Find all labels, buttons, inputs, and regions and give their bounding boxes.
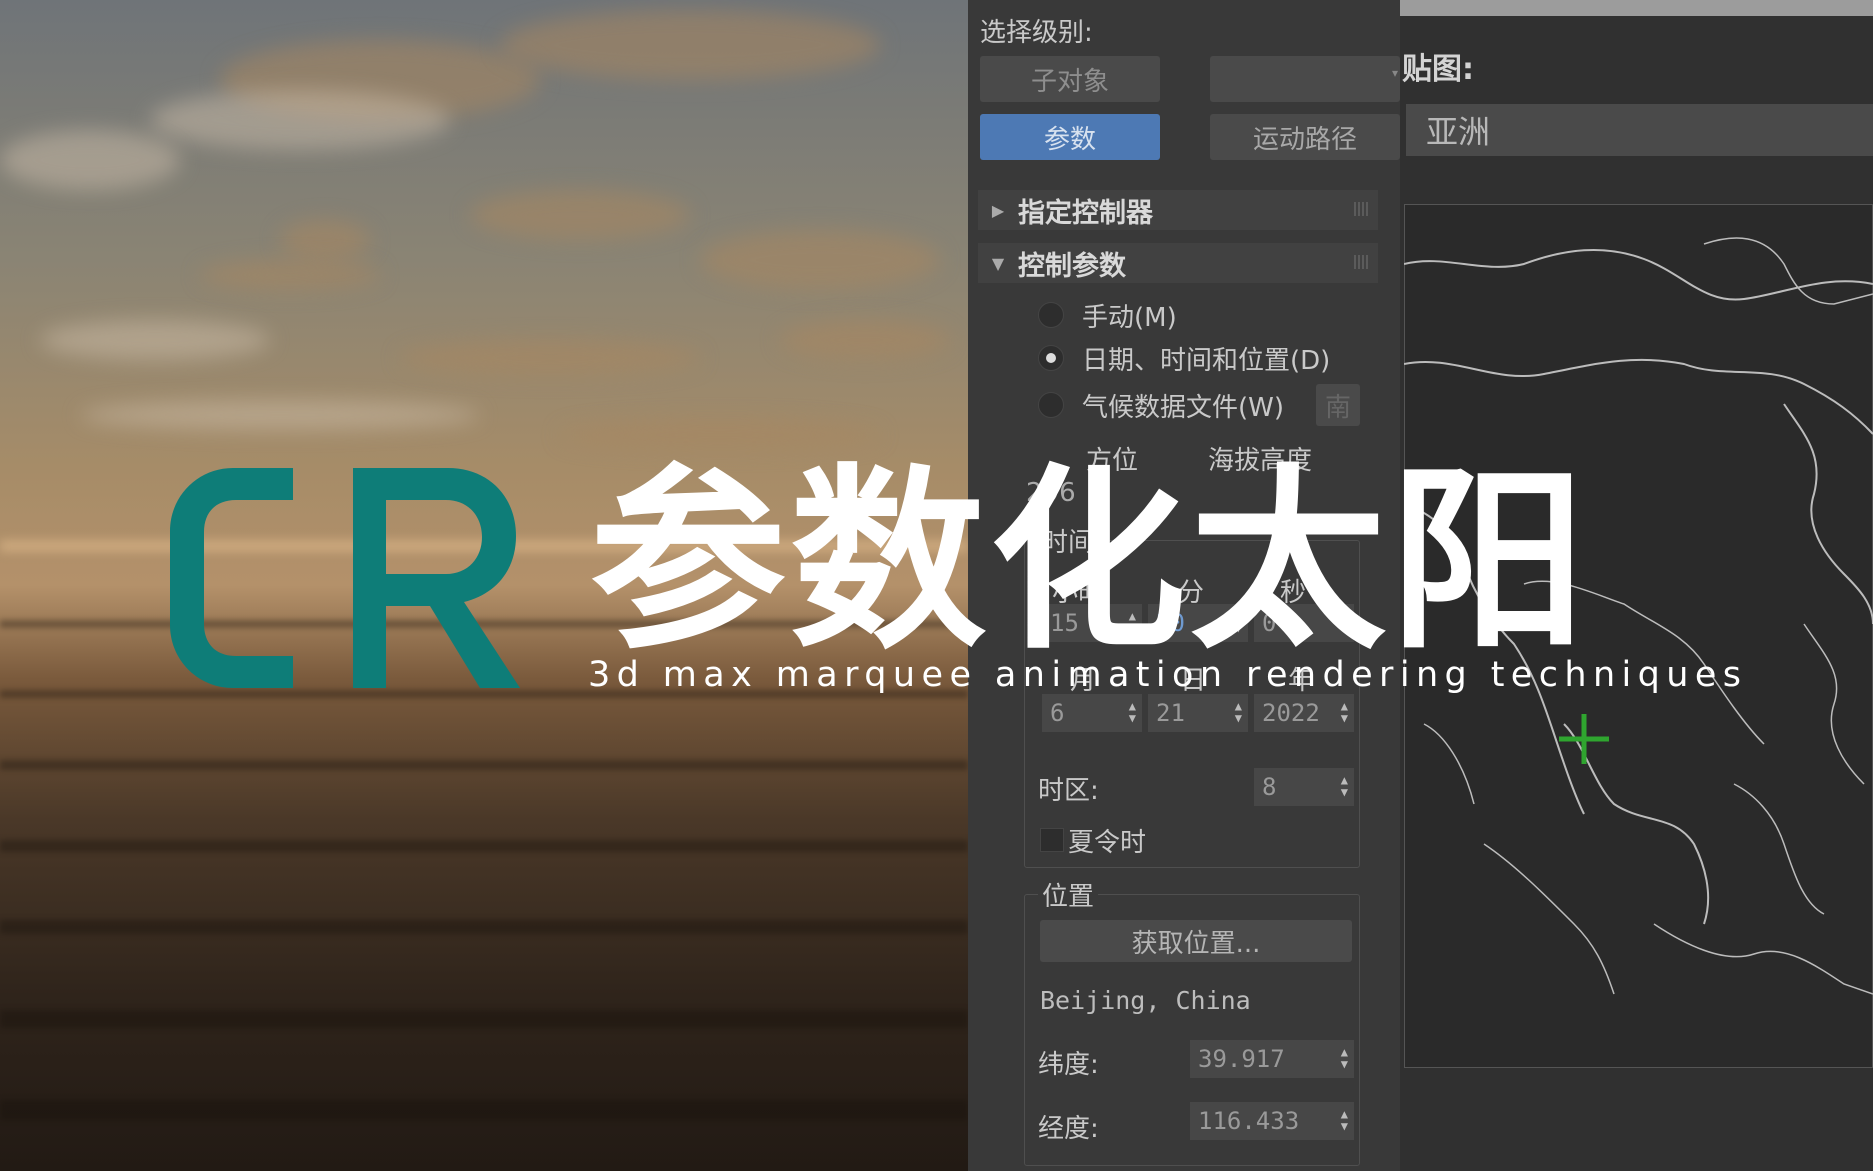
grip-icon xyxy=(1354,202,1368,216)
rollout-label: 指定控制器 xyxy=(1018,197,1153,229)
rollout-assign-controller[interactable]: ▶ 指定控制器 xyxy=(978,190,1378,230)
cloud xyxy=(400,340,700,376)
spinner-arrows-icon: ▲ ▼ xyxy=(1340,699,1348,725)
spinner-arrows-icon: ▲ ▼ xyxy=(1340,1045,1348,1071)
select-level-label: 选择级别: xyxy=(980,18,1093,48)
timezone-spinner[interactable]: 8 ▲ ▼ xyxy=(1254,768,1354,806)
cloud xyxy=(780,320,950,360)
radio-datetime-label: 日期、时间和位置(D) xyxy=(1082,346,1331,376)
motion-path-button[interactable]: 运动路径 xyxy=(1210,114,1400,160)
map-label: 贴图: xyxy=(1402,52,1474,87)
year-spinner[interactable]: 2022 ▲ ▼ xyxy=(1254,694,1354,732)
rollout-control-params[interactable]: ▼ 控制参数 xyxy=(978,243,1378,283)
wave xyxy=(0,920,968,934)
longitude-spinner[interactable]: 116.433 ▲ ▼ xyxy=(1190,1102,1354,1140)
cloud xyxy=(470,190,690,240)
spinner-arrows-icon: ▲ ▼ xyxy=(1340,773,1348,799)
dst-checkbox[interactable] xyxy=(1040,828,1064,852)
longitude-label: 经度: xyxy=(1038,1114,1099,1144)
triangle-right-icon: ▶ xyxy=(991,200,1005,220)
cloud xyxy=(0,130,180,190)
dst-label: 夏令时 xyxy=(1068,828,1147,858)
month-value: 6 xyxy=(1050,699,1065,727)
radio-manual-label: 手动(M) xyxy=(1082,303,1177,333)
day-value: 21 xyxy=(1156,699,1185,727)
latitude-label: 纬度: xyxy=(1038,1050,1099,1080)
radio-datetime[interactable] xyxy=(1038,345,1064,371)
wave xyxy=(0,840,968,852)
spinner-arrows-icon: ▲ ▼ xyxy=(1234,699,1242,725)
chevron-down-icon: ▾ xyxy=(1391,66,1398,80)
triangle-down-icon: ▼ xyxy=(991,253,1005,273)
cr-logo: CR xyxy=(158,458,520,688)
day-spinner[interactable]: 21 ▲ ▼ xyxy=(1148,694,1248,732)
year-value: 2022 xyxy=(1262,699,1320,727)
radio-weather-file[interactable] xyxy=(1038,392,1064,418)
grip-icon xyxy=(1354,255,1368,269)
sub-object-dropdown[interactable]: ▾ xyxy=(1210,56,1400,102)
radio-manual[interactable] xyxy=(1038,302,1064,328)
location-name: Beijing, China xyxy=(1040,986,1251,1015)
month-spinner[interactable]: 6 ▲ ▼ xyxy=(1042,694,1142,732)
spinner-arrows-icon: ▲ ▼ xyxy=(1128,699,1136,725)
cloud xyxy=(40,320,270,360)
cloud xyxy=(280,220,370,260)
cloud xyxy=(560,420,880,450)
radio-weather-label: 气候数据文件(W) xyxy=(1082,393,1284,423)
latitude-spinner[interactable]: 39.917 ▲ ▼ xyxy=(1190,1040,1354,1078)
wave xyxy=(0,1100,968,1120)
top-strip xyxy=(1400,0,1873,16)
cloud xyxy=(200,260,380,290)
region-dropdown[interactable]: 亚洲 xyxy=(1406,104,1873,156)
timezone-label: 时区: xyxy=(1038,776,1099,806)
logo-text: CR xyxy=(158,458,160,459)
wave xyxy=(0,1010,968,1028)
cloud xyxy=(80,400,480,430)
hero-title: 参数化太阳 xyxy=(590,448,1591,676)
wave xyxy=(0,760,968,770)
hero-subtitle: 3d max marquee animation rendering techn… xyxy=(588,655,1748,695)
spinner-arrows-icon: ▲ ▼ xyxy=(1340,1107,1348,1133)
location-group-label: 位置 xyxy=(1038,876,1099,913)
sub-object-button[interactable]: 子对象 xyxy=(980,56,1160,102)
get-location-button[interactable]: 获取位置... xyxy=(1040,920,1352,962)
latitude-value: 39.917 xyxy=(1198,1045,1285,1073)
timezone-value: 8 xyxy=(1262,773,1277,801)
parameters-button[interactable]: 参数 xyxy=(980,114,1160,160)
cloud xyxy=(700,230,940,290)
cloud xyxy=(150,90,450,150)
longitude-value: 116.433 xyxy=(1198,1107,1300,1135)
weather-file-button[interactable]: 南 xyxy=(1316,384,1360,426)
cloud xyxy=(500,10,880,80)
rollout-label: 控制参数 xyxy=(1018,250,1126,282)
